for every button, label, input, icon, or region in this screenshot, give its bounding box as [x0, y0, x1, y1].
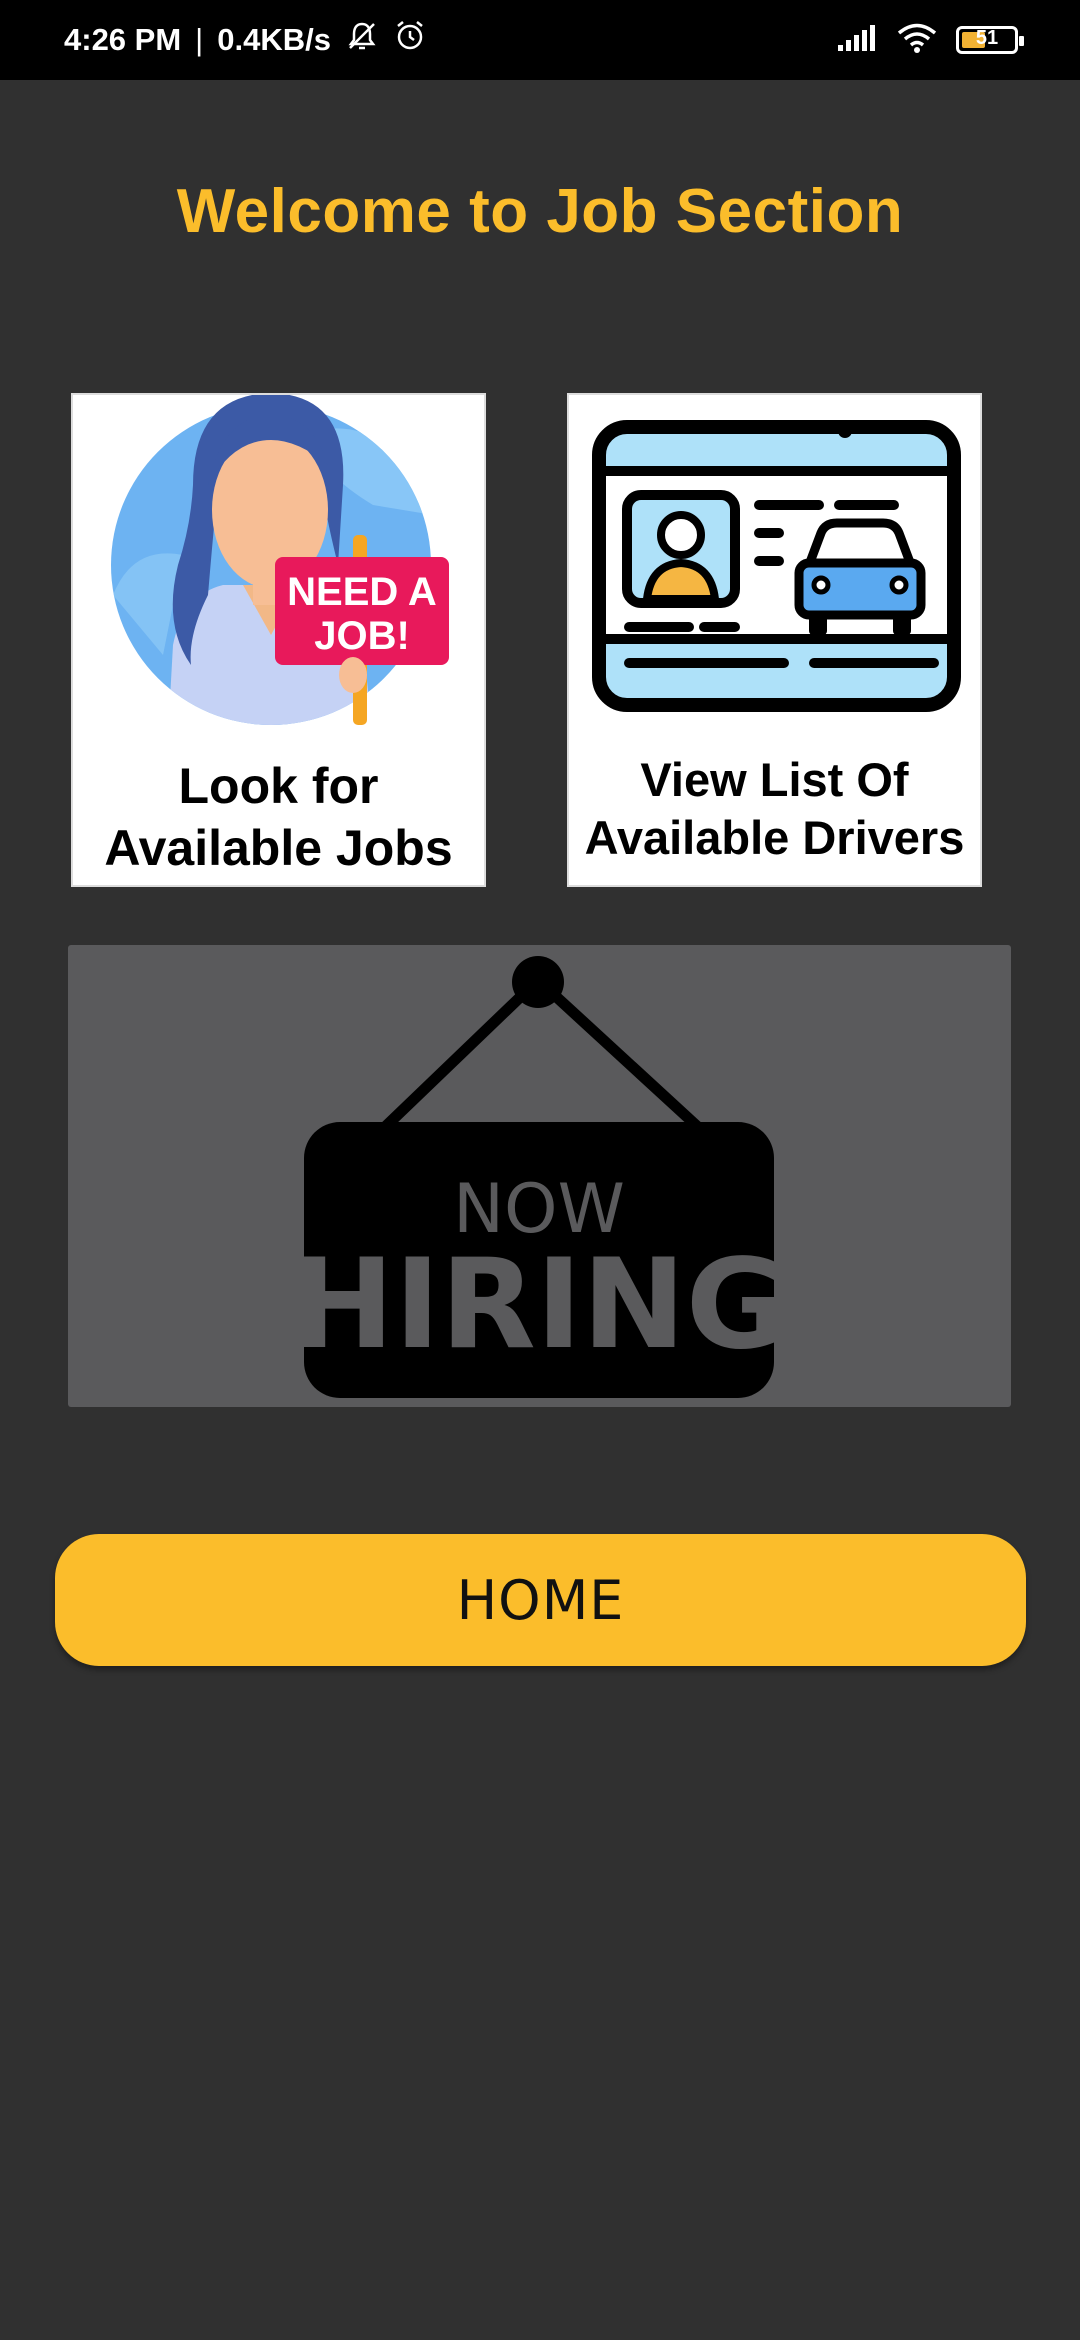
home-button[interactable]: HOME — [55, 1534, 1026, 1666]
status-time: 4:26 PM — [64, 22, 182, 57]
now-hiring-sign: NOW HIRING — [290, 956, 788, 1398]
status-speed: 0.4KB/s — [217, 22, 331, 57]
status-separator: | — [195, 22, 204, 57]
status-left: 4:26 PM | 0.4KB/s — [64, 0, 427, 80]
mute-icon — [345, 19, 379, 61]
banner-hiring: HIRING — [290, 1233, 787, 1377]
wifi-icon — [896, 22, 938, 59]
driver-license-illustration — [592, 420, 961, 712]
battery-icon: 51 — [956, 26, 1024, 54]
look-for-jobs-label: Look for Available Jobs — [104, 758, 453, 876]
sign-line1: NEED A — [287, 570, 437, 614]
status-bar: 4:26 PM | 0.4KB/s 51 — [0, 0, 1080, 80]
view-drivers-label: View List Of Available Drivers — [584, 753, 965, 864]
signal-icon — [836, 23, 878, 58]
need-a-job-illustration: NEED A JOB! — [111, 395, 449, 725]
sign-line2: JOB! — [314, 614, 410, 658]
battery-level: 51 — [975, 27, 999, 49]
now-hiring-banner: NOW HIRING — [68, 945, 1011, 1407]
page-title: Welcome to Job Section — [176, 177, 904, 246]
look-for-jobs-card[interactable]: NEED A JOB! Look for Available Jobs — [71, 393, 486, 887]
status-right: 51 — [836, 0, 1024, 80]
view-drivers-card[interactable]: View List Of Available Drivers — [567, 393, 982, 887]
alarm-icon — [393, 19, 427, 61]
